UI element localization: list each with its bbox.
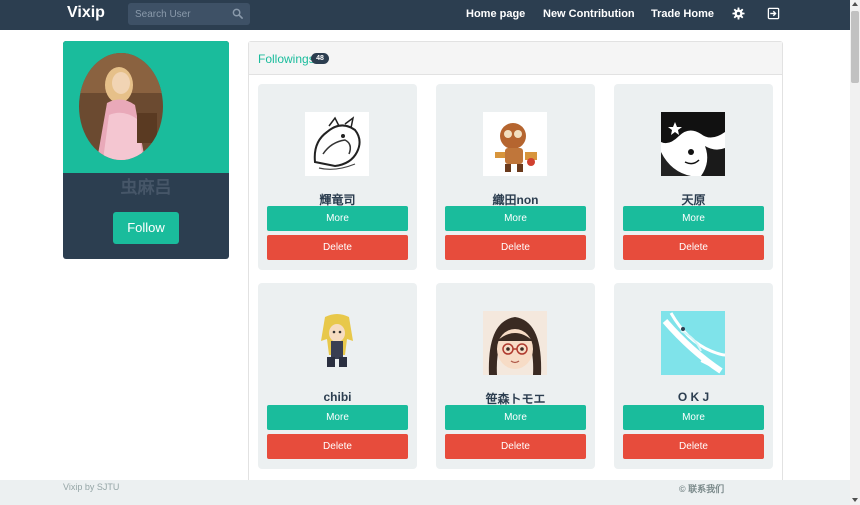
user-card: 輝竜司 More Delete [258,84,417,270]
brand-logo[interactable]: Vixip [67,4,105,22]
page-scrollbar[interactable] [850,0,860,505]
user-card: 笹森トモエ More Delete [436,283,595,469]
delete-button[interactable]: Delete [445,434,586,459]
followings-heading: Followings 48 [249,42,782,75]
gear-icon[interactable] [732,7,745,20]
contact-us-link[interactable]: © 联系我们 [679,482,724,495]
footer-credit: Vixip by SJTU [63,482,120,492]
user-card: 天原 More Delete [614,84,773,270]
profile-card: 虫麻吕 Follow [63,41,229,259]
followings-count-badge: 48 [311,53,329,64]
delete-button[interactable]: Delete [623,434,764,459]
more-button[interactable]: More [445,405,586,430]
scroll-thumb[interactable] [851,11,859,83]
profile-avatar [79,53,163,160]
scroll-down-icon[interactable] [852,498,858,502]
nav-new-contribution[interactable]: New Contribution [543,8,635,20]
user-avatar[interactable] [483,112,547,176]
nav-trade-home[interactable]: Trade Home [651,8,714,20]
profile-name: 虫麻吕 [120,178,172,197]
more-button[interactable]: More [623,405,764,430]
footer: Vixip by SJTU © 联系我们 [0,480,850,505]
followings-panel: Followings 48 輝竜司 More Delete 織田non More… [248,41,783,491]
follow-button[interactable]: Follow [113,212,179,244]
user-avatar[interactable] [661,112,725,176]
delete-button[interactable]: Delete [623,235,764,260]
user-card: O K J More Delete [614,283,773,469]
user-avatar[interactable] [661,311,725,375]
search-box [128,3,250,25]
user-name[interactable]: chibi [258,390,417,404]
delete-button[interactable]: Delete [445,235,586,260]
delete-button[interactable]: Delete [267,235,408,260]
nav-home-page[interactable]: Home page [466,8,525,20]
user-avatar[interactable] [483,311,547,375]
top-navbar: Vixip Home page New Contribution Trade H… [0,0,850,30]
logout-icon[interactable] [767,7,780,20]
profile-header [63,41,229,173]
delete-button[interactable]: Delete [267,434,408,459]
user-card: chibi More Delete [258,283,417,469]
search-input[interactable] [128,3,228,25]
user-avatar[interactable] [305,311,369,375]
search-icon[interactable] [232,8,243,19]
followings-title: Followings [258,52,315,66]
scroll-up-icon[interactable] [852,2,858,6]
user-card: 織田non More Delete [436,84,595,270]
user-name[interactable]: O K J [614,390,773,404]
more-button[interactable]: More [267,405,408,430]
user-avatar[interactable] [305,112,369,176]
more-button[interactable]: More [623,206,764,231]
more-button[interactable]: More [267,206,408,231]
more-button[interactable]: More [445,206,586,231]
